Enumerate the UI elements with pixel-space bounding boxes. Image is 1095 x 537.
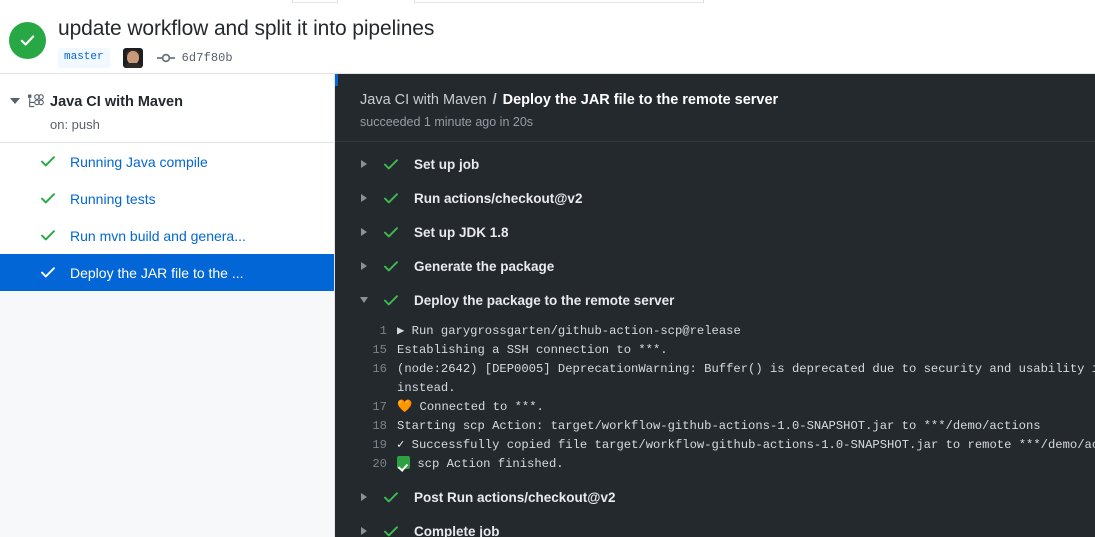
- line-text: ▶ Run garygrossgarten/github-action-scp@…: [397, 322, 1095, 341]
- chevron-right-icon[interactable]: [359, 527, 368, 535]
- line-text: Establishing a SSH connection to ***.: [397, 341, 1095, 360]
- workflow-icon: [26, 93, 44, 116]
- sidebar-item-label: Deploy the JAR file to the ...: [70, 265, 244, 281]
- check-icon: [40, 156, 56, 167]
- step-label: Generate the package: [414, 259, 554, 274]
- step-set-up-job[interactable]: Set up job: [335, 147, 1095, 181]
- console-line: 15 Establishing a SSH connection to ***.: [335, 341, 1095, 360]
- console-line: 18 Starting scp Action: target/workflow-…: [335, 417, 1095, 436]
- heart-icon: 🧡: [397, 400, 412, 414]
- line-text: Starting scp Action: target/workflow-git…: [397, 417, 1095, 436]
- chevron-right-icon[interactable]: [359, 262, 368, 270]
- step-complete-job[interactable]: Complete job: [335, 514, 1095, 537]
- console-line-continuation: instead.: [335, 379, 1095, 398]
- check-icon: [40, 267, 56, 278]
- sidebar-item-deploy-the-jar-file[interactable]: Deploy the JAR file to the ...: [0, 254, 334, 291]
- line-number: 17: [335, 398, 397, 417]
- log-panel: Java CI with Maven / Deploy the JAR file…: [335, 74, 1095, 537]
- line-number: 15: [335, 341, 397, 360]
- step-list: Set up job Run actions/checkout@v2: [335, 142, 1095, 537]
- check-icon: [384, 193, 398, 204]
- sidebar-item-label: Running Java compile: [70, 154, 208, 170]
- step-label: Deploy the package to the remote server: [414, 293, 674, 308]
- step-label: Set up JDK 1.8: [414, 225, 509, 240]
- step-generate-the-package[interactable]: Generate the package: [335, 249, 1095, 283]
- check-icon: [384, 261, 398, 272]
- sidebar-item-label: Run mvn build and genera...: [70, 228, 246, 244]
- line-text: ✓ Successfully copied file target/workfl…: [397, 436, 1095, 455]
- console-line: 17 🧡 Connected to ***.: [335, 398, 1095, 417]
- step-set-up-jdk[interactable]: Set up JDK 1.8: [335, 215, 1095, 249]
- sidebar-workflow-trigger: on: push: [50, 117, 100, 132]
- step-label: Run actions/checkout@v2: [414, 191, 582, 206]
- sidebar-workflow-name: Java CI with Maven: [50, 94, 183, 110]
- line-number: 18: [335, 417, 397, 436]
- sidebar: Java CI with Maven on: push Running Java…: [0, 74, 335, 537]
- green-check-box-icon: [397, 456, 410, 469]
- check-icon: [384, 159, 398, 170]
- line-number: 20: [335, 455, 397, 474]
- log-panel-header: Java CI with Maven / Deploy the JAR file…: [335, 74, 1095, 142]
- step-label: Post Run actions/checkout@v2: [414, 490, 615, 505]
- check-icon: [384, 492, 398, 503]
- commit-sha[interactable]: 6d7f80b: [182, 51, 233, 65]
- breadcrumb: Java CI with Maven / Deploy the JAR file…: [360, 90, 1095, 110]
- sidebar-workflow-header[interactable]: Java CI with Maven on: push: [0, 74, 334, 143]
- chevron-right-icon[interactable]: [359, 160, 368, 168]
- run-header: update workflow and split it into pipeli…: [0, 3, 1095, 74]
- breadcrumb-workflow[interactable]: Java CI with Maven: [360, 92, 487, 108]
- github-actions-run-page: update workflow and split it into pipeli…: [0, 0, 1095, 537]
- sidebar-item-run-mvn-build[interactable]: Run mvn build and genera...: [0, 217, 334, 254]
- step-deploy-the-package[interactable]: Deploy the package to the remote server: [335, 283, 1095, 317]
- line-number: 16: [335, 360, 397, 379]
- sidebar-item-label: Running tests: [70, 191, 156, 207]
- check-circle-icon: [9, 22, 46, 59]
- check-icon: [384, 526, 398, 537]
- chevron-right-icon[interactable]: [359, 194, 368, 202]
- step-label: Complete job: [414, 524, 500, 537]
- check-icon: [40, 230, 56, 241]
- line-number: 19: [335, 436, 397, 455]
- line-text: scp Action finished.: [397, 455, 1095, 474]
- console-output[interactable]: 1 ▶ Run garygrossgarten/github-action-sc…: [335, 317, 1095, 480]
- job-status-text: succeeded 1 minute ago in 20s: [360, 115, 1095, 129]
- git-commit-icon: [157, 51, 175, 65]
- breadcrumb-separator: /: [493, 92, 497, 108]
- run-meta: master 6d7f80b: [58, 47, 233, 68]
- chevron-right-icon[interactable]: [359, 493, 368, 501]
- line-text: (node:2642) [DEP0005] DeprecationWarning…: [397, 360, 1095, 379]
- line-text: instead.: [397, 379, 1095, 398]
- sidebar-item-running-java-compile[interactable]: Running Java compile: [0, 143, 334, 180]
- breadcrumb-job: Deploy the JAR file to the remote server: [503, 92, 779, 108]
- check-icon: [384, 295, 398, 306]
- console-line: 20 scp Action finished.: [335, 455, 1095, 474]
- line-text: 🧡 Connected to ***.: [397, 398, 1095, 417]
- console-line: 16 (node:2642) [DEP0005] DeprecationWarn…: [335, 360, 1095, 379]
- line-number: 1: [335, 322, 397, 341]
- avatar[interactable]: [123, 48, 143, 68]
- sidebar-job-list: Running Java compile Running tests Run m…: [0, 143, 334, 291]
- caret-down-icon[interactable]: [10, 98, 20, 104]
- chevron-right-icon[interactable]: [359, 228, 368, 236]
- console-line: 19 ✓ Successfully copied file target/wor…: [335, 436, 1095, 455]
- check-icon: [40, 193, 56, 204]
- branch-badge[interactable]: master: [58, 48, 110, 68]
- check-icon: [384, 227, 398, 238]
- step-label: Set up job: [414, 157, 479, 172]
- sidebar-item-running-tests[interactable]: Running tests: [0, 180, 334, 217]
- step-post-run-actions-checkout[interactable]: Post Run actions/checkout@v2: [335, 480, 1095, 514]
- check-mark-icon: ✓: [397, 438, 404, 452]
- chevron-down-icon[interactable]: [359, 297, 368, 303]
- caret-right-icon[interactable]: ▶: [397, 324, 412, 338]
- console-line: 1 ▶ Run garygrossgarten/github-action-sc…: [335, 322, 1095, 341]
- step-run-actions-checkout[interactable]: Run actions/checkout@v2: [335, 181, 1095, 215]
- page-title: update workflow and split it into pipeli…: [58, 15, 434, 43]
